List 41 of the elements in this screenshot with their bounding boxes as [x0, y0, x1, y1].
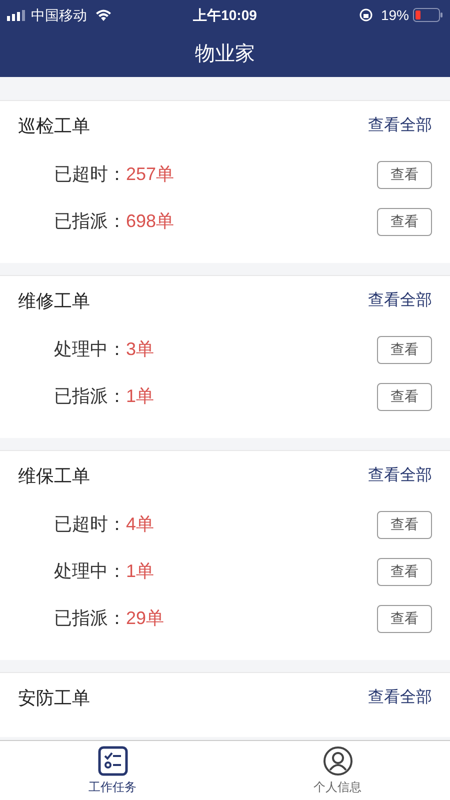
status-label: 已指派： [54, 210, 126, 233]
battery-percent: 19% [380, 6, 409, 24]
view-all-link[interactable]: 查看全部 [368, 289, 432, 313]
order-count: 1单 [126, 560, 156, 583]
section-title: 安防工单 [18, 686, 90, 710]
section-title: 维修工单 [18, 290, 90, 312]
order-count: 4单 [126, 513, 156, 536]
wifi-icon [95, 9, 112, 21]
status-label: 已指派： [54, 385, 126, 408]
view-all-link[interactable]: 查看全部 [368, 464, 432, 488]
app-title: 物业家 [195, 42, 255, 66]
status-label: 处理中： [54, 560, 126, 583]
signal-icon [7, 10, 27, 20]
order-count: 257单 [126, 163, 176, 186]
status-label: 已超时： [54, 513, 126, 536]
checklist-icon [98, 746, 128, 776]
view-all-link[interactable]: 查看全部 [368, 114, 432, 138]
section-title: 巡检工单 [18, 114, 90, 138]
view-button[interactable]: 查看 [377, 510, 432, 538]
status-label: 已指派： [54, 607, 126, 630]
view-button[interactable]: 查看 [377, 604, 432, 632]
tab-item[interactable]: 工作任务 [0, 741, 225, 800]
user-icon [322, 746, 352, 776]
view-button[interactable]: 查看 [377, 382, 432, 410]
section-title: 维保工单 [18, 464, 90, 488]
view-button[interactable]: 查看 [377, 160, 432, 188]
order-count: 698单 [126, 210, 176, 233]
battery-icon [413, 8, 443, 22]
status-label: 已超时： [54, 163, 126, 186]
tab-item[interactable]: 个人信息 [225, 741, 450, 800]
rotation-lock-icon [358, 8, 373, 22]
order-count: 29单 [126, 607, 166, 630]
status-label: 处理中： [54, 338, 126, 361]
view-button[interactable]: 查看 [377, 336, 432, 364]
order-count: 1单 [126, 385, 156, 408]
clock-time: 上午10:09 [193, 6, 257, 24]
view-button[interactable]: 查看 [377, 208, 432, 236]
view-all-link[interactable]: 查看全部 [368, 686, 432, 710]
order-count: 3单 [126, 338, 156, 361]
carrier-name: 中国移动 [31, 6, 87, 24]
view-button[interactable]: 查看 [377, 558, 432, 586]
